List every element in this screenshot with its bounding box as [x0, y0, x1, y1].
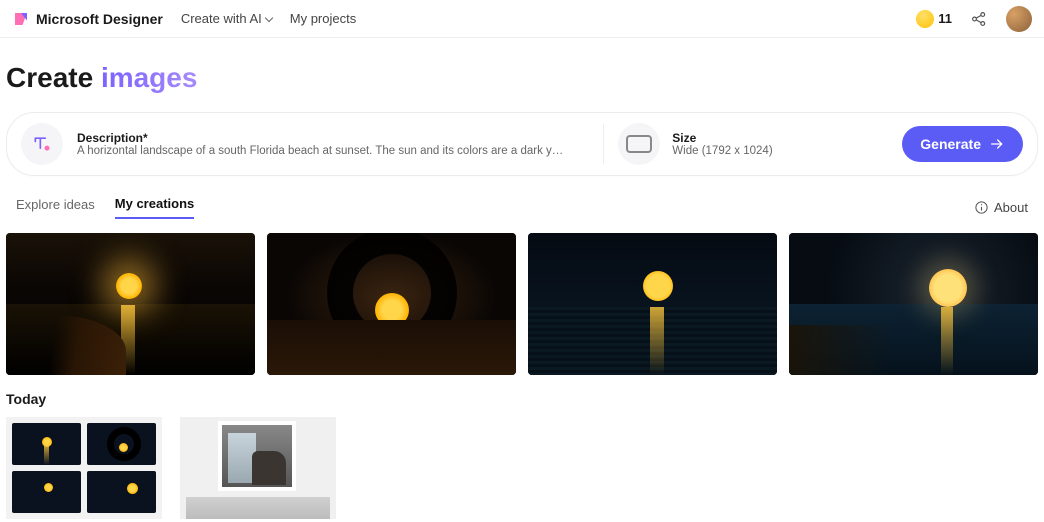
aspect-ratio-icon	[626, 135, 652, 153]
credits-value: 11	[938, 11, 952, 26]
nav-my-projects[interactable]: My projects	[290, 11, 356, 26]
thumb	[87, 423, 156, 465]
generate-label: Generate	[920, 136, 981, 152]
app-header: Microsoft Designer Create with AI My pro…	[0, 0, 1044, 38]
about-link[interactable]: About	[974, 200, 1028, 215]
designer-logo-icon	[12, 10, 30, 28]
thumb	[12, 471, 81, 513]
chevron-down-icon	[265, 13, 273, 21]
today-thumbnails	[6, 417, 1038, 519]
size-label: Size	[672, 131, 772, 145]
result-image-2[interactable]	[267, 233, 516, 375]
app-name: Microsoft Designer	[36, 11, 163, 27]
info-icon	[974, 200, 989, 215]
about-label: About	[994, 200, 1028, 215]
credits-counter[interactable]: 11	[916, 10, 952, 28]
description-label: Description*	[77, 131, 589, 145]
app-logo-block[interactable]: Microsoft Designer	[12, 10, 163, 28]
generation-results-row	[6, 233, 1038, 375]
generate-button[interactable]: Generate	[902, 126, 1023, 162]
main-content: Create images Description* A horizontal …	[0, 38, 1044, 519]
thumb	[12, 423, 81, 465]
thumb	[87, 471, 156, 513]
tab-explore-ideas[interactable]: Explore ideas	[16, 197, 95, 218]
thumb	[218, 421, 296, 491]
history-set-2[interactable]	[180, 417, 336, 519]
separator	[603, 124, 604, 164]
size-value: Wide (1792 x 1024)	[672, 145, 772, 157]
description-icon-wrap	[21, 123, 63, 165]
share-icon[interactable]	[970, 10, 988, 28]
text-prompt-icon	[32, 134, 52, 154]
section-today-label: Today	[6, 391, 1038, 407]
description-block[interactable]: Description* A horizontal landscape of a…	[77, 131, 589, 157]
size-block[interactable]: Size Wide (1792 x 1024)	[618, 123, 888, 165]
arrow-right-icon	[989, 136, 1005, 152]
history-set-1[interactable]	[6, 417, 162, 519]
tab-my-creations[interactable]: My creations	[115, 196, 194, 219]
title-plain: Create	[6, 62, 101, 93]
title-accent: images	[101, 62, 198, 93]
nav-create-label: Create with AI	[181, 11, 262, 26]
tabs-row: Explore ideas My creations About	[16, 196, 1028, 219]
size-icon-wrap	[618, 123, 660, 165]
coin-icon	[916, 10, 934, 28]
page-title: Create images	[6, 62, 1038, 94]
result-image-4[interactable]	[789, 233, 1038, 375]
prompt-card: Description* A horizontal landscape of a…	[6, 112, 1038, 176]
result-image-3[interactable]	[528, 233, 777, 375]
user-avatar[interactable]	[1006, 6, 1032, 32]
nav-create-with-ai[interactable]: Create with AI	[181, 11, 272, 26]
result-image-1[interactable]	[6, 233, 255, 375]
description-text: A horizontal landscape of a south Florid…	[77, 145, 567, 157]
